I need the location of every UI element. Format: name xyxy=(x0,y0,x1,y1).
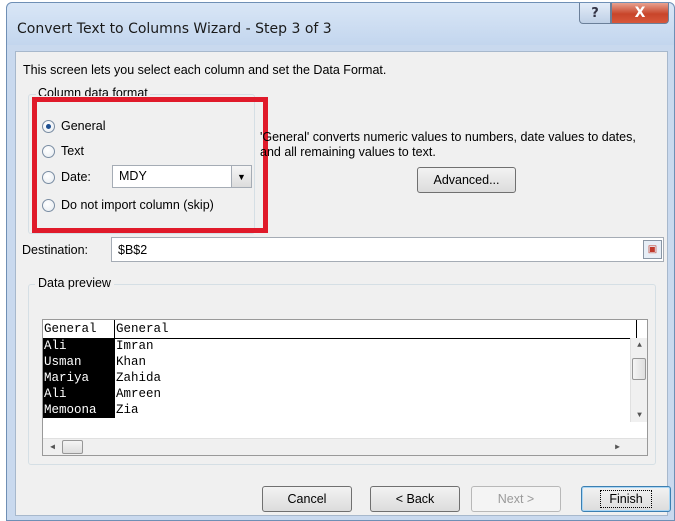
scroll-left-icon[interactable]: ◀ xyxy=(45,442,60,452)
close-icon: X xyxy=(634,5,646,21)
scroll-down-icon[interactable]: ▼ xyxy=(632,411,647,420)
data-preview-grid[interactable]: General Ali Usman Mariya Ali Memoona Gen… xyxy=(42,319,648,456)
intro-text: This screen lets you select each column … xyxy=(23,63,387,77)
wizard-window: Convert Text to Columns Wizard - Step 3 … xyxy=(6,2,675,521)
data-preview-label: Data preview xyxy=(35,276,114,290)
horizontal-scrollbar[interactable]: ◀ ▶ xyxy=(43,438,647,455)
horizontal-scroll-thumb[interactable] xyxy=(62,440,83,454)
format-description: 'General' converts numeric values to num… xyxy=(260,130,636,159)
preview-cell: Ali xyxy=(44,387,67,401)
preview-header-2[interactable]: General xyxy=(115,320,637,338)
preview-header-1[interactable]: General xyxy=(43,320,115,338)
close-button[interactable]: X xyxy=(611,3,669,24)
preview-cell: Ali xyxy=(44,339,67,353)
preview-cell: Zia xyxy=(116,403,139,417)
scroll-up-icon[interactable]: ▲ xyxy=(632,341,647,350)
vertical-scroll-thumb[interactable] xyxy=(632,358,646,380)
scroll-right-icon[interactable]: ▶ xyxy=(610,442,625,452)
radio-date-label: Date: xyxy=(61,170,91,184)
destination-value: $B$2 xyxy=(118,243,148,257)
title-bar: Convert Text to Columns Wizard - Step 3 … xyxy=(7,3,674,45)
preview-cell: Amreen xyxy=(116,387,162,401)
column-format-label: Column data format xyxy=(36,86,150,96)
cancel-button[interactable]: Cancel xyxy=(262,486,352,512)
radio-text-indicator[interactable] xyxy=(42,144,55,158)
preview-cell: Imran xyxy=(116,339,154,353)
radio-skip[interactable]: Do not import column (skip) xyxy=(42,198,214,212)
radio-text-label: Text xyxy=(61,144,84,158)
dialog-body: This screen lets you select each column … xyxy=(15,51,671,516)
advanced-button[interactable]: Advanced... xyxy=(417,167,516,193)
preview-cell: Usman xyxy=(44,355,82,369)
window-title: Convert Text to Columns Wizard - Step 3 … xyxy=(17,21,332,37)
destination-label: Destination: xyxy=(22,243,89,257)
destination-input[interactable]: $B$2 ▣ xyxy=(111,237,664,262)
next-button[interactable]: Next > xyxy=(471,486,561,512)
back-button[interactable]: < Back xyxy=(370,486,460,512)
finish-button[interactable]: Finish xyxy=(581,486,671,512)
preview-cell: Memoona xyxy=(44,403,97,417)
radio-skip-label: Do not import column (skip) xyxy=(61,198,214,212)
finish-button-label: Finish xyxy=(600,490,652,508)
preview-cell: Mariya xyxy=(44,371,90,385)
radio-general-label: General xyxy=(61,119,106,133)
date-format-select[interactable]: MDY ▼ xyxy=(112,165,252,188)
radio-general[interactable]: General xyxy=(42,119,105,133)
radio-date-indicator[interactable] xyxy=(42,170,55,184)
radio-text[interactable]: Text xyxy=(42,144,84,158)
preview-cell: Khan xyxy=(116,355,147,369)
date-format-value: MDY xyxy=(119,169,147,183)
preview-column-2[interactable]: General Imran Khan Zahida Amreen Zia xyxy=(115,320,637,418)
help-icon: ? xyxy=(591,5,599,21)
radio-general-indicator[interactable] xyxy=(42,119,55,133)
help-button[interactable]: ? xyxy=(579,3,611,24)
preview-column-1[interactable]: General Ali Usman Mariya Ali Memoona xyxy=(43,320,115,418)
preview-header-divider xyxy=(43,338,647,339)
radio-date[interactable]: Date: xyxy=(42,170,91,184)
preview-column-1-body[interactable]: Ali Usman Mariya Ali Memoona xyxy=(43,338,115,418)
preview-column-2-body[interactable]: Imran Khan Zahida Amreen Zia xyxy=(115,338,637,418)
chevron-down-icon[interactable]: ▼ xyxy=(231,166,251,187)
range-picker-icon[interactable]: ▣ xyxy=(643,240,662,259)
preview-cell: Zahida xyxy=(116,371,162,385)
vertical-scrollbar[interactable]: ▲ ▼ xyxy=(630,338,647,422)
radio-skip-indicator[interactable] xyxy=(42,198,55,212)
